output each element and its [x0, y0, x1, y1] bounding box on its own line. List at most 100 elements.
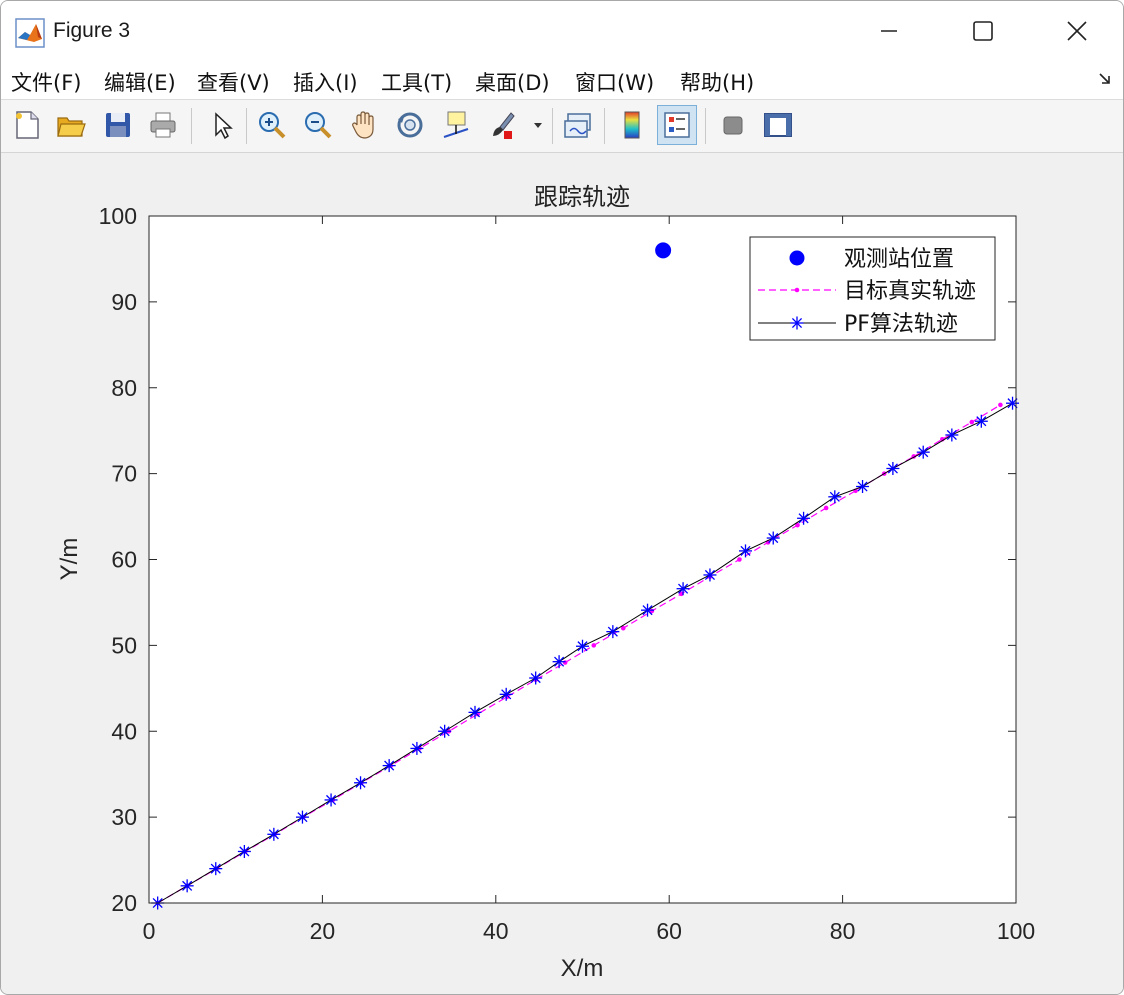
pf-track-point — [438, 724, 452, 738]
toolbar-separator — [552, 108, 553, 144]
data-cursor-button[interactable] — [436, 105, 476, 145]
edit-plot-button[interactable] — [201, 105, 241, 145]
brush-dropdown-button[interactable] — [528, 105, 548, 145]
true-track-point — [969, 419, 975, 425]
menu-file[interactable]: 文件(F) — [11, 67, 81, 97]
brush-icon — [493, 112, 515, 139]
title-bar: Figure 3 — [1, 1, 1123, 61]
menu-insert[interactable]: 插入(I) — [293, 67, 358, 97]
toolbar-separator — [246, 108, 247, 144]
insert-legend-button[interactable] — [657, 105, 697, 145]
pf-track-point — [766, 531, 780, 545]
pf-track-point — [828, 490, 842, 504]
x-tick-label: 20 — [310, 918, 336, 944]
pf-track-point — [676, 582, 690, 596]
x-axis-label: X/m — [561, 955, 604, 982]
x-tick-label: 60 — [656, 918, 682, 944]
colorbar-icon — [624, 111, 640, 139]
maximize-button[interactable] — [953, 11, 1013, 51]
window-title: Figure 3 — [53, 19, 131, 42]
pf-track-point — [468, 705, 482, 719]
pan-button[interactable] — [344, 105, 384, 145]
legend[interactable]: 观测站位置 目标真实轨迹 PF算法轨迹 — [749, 236, 996, 341]
figure-window: Figure 3 文件(F) 编辑(E) 查看(V) 插入(I) 工具(T) 桌… — [0, 0, 1124, 995]
chevron-down-icon — [534, 123, 542, 128]
hide-plot-tools-icon — [723, 116, 743, 135]
open-file-button[interactable] — [51, 105, 91, 145]
menu-tools[interactable]: 工具(T) — [381, 67, 452, 97]
pf-track-point — [529, 671, 543, 685]
zoom-out-button[interactable] — [298, 105, 338, 145]
pf-track-point — [499, 687, 513, 701]
x-tick-label: 80 — [830, 918, 856, 944]
pf-track-point — [703, 568, 717, 582]
legend-marker-true-track — [794, 287, 800, 293]
save-button[interactable] — [98, 105, 138, 145]
zoom-in-icon — [259, 112, 286, 139]
x-tick-label: 0 — [143, 918, 156, 944]
close-icon — [1067, 21, 1087, 41]
zoom-in-button[interactable] — [252, 105, 292, 145]
true-track-point — [998, 402, 1003, 408]
pf-track-point — [324, 793, 338, 807]
show-plot-tools-button[interactable] — [758, 105, 798, 145]
x-tick-label: 100 — [997, 918, 1035, 944]
pf-track-point — [410, 741, 424, 755]
pf-track-point — [916, 445, 930, 459]
y-axis-label: Y/m — [56, 538, 83, 581]
y-tick-label: 50 — [111, 632, 137, 658]
pf-track-point — [354, 776, 368, 790]
pf-track-point — [945, 428, 959, 442]
menu-help[interactable]: 帮助(H) — [680, 67, 754, 97]
legend-label-true-track: 目标真实轨迹 — [844, 279, 976, 304]
y-tick-label: 100 — [99, 203, 137, 229]
x-tick-label: 40 — [483, 918, 509, 944]
figure-canvas: 0 20 40 60 80 100 20 30 40 50 60 70 80 90 100 跟踪轨迹 X/m… — [1, 153, 1123, 994]
zoom-out-icon — [305, 112, 332, 139]
menu-window[interactable]: 窗口(W) — [575, 67, 654, 97]
y-tick-label: 60 — [111, 547, 137, 573]
menu-bar: 文件(F) 编辑(E) 查看(V) 插入(I) 工具(T) 桌面(D) 窗口(W… — [1, 61, 1123, 100]
pf-track-point — [295, 810, 309, 824]
pf-track-point — [267, 827, 281, 841]
hide-plot-tools-button[interactable] — [713, 105, 753, 145]
toolbar-separator — [191, 108, 192, 144]
minimize-button[interactable] — [859, 11, 919, 51]
chart: 0 20 40 60 80 1002030405060708090100 跟踪轨迹 X/m… — [56, 183, 1035, 982]
insert-colorbar-button[interactable] — [612, 105, 652, 145]
new-figure-button[interactable] — [7, 105, 47, 145]
close-button[interactable] — [1047, 11, 1107, 51]
open-file-icon — [57, 117, 86, 137]
minimize-icon — [881, 30, 897, 32]
legend-marker-station — [789, 250, 805, 266]
pf-track-point — [209, 862, 223, 876]
pf-track-point — [576, 639, 589, 653]
y-tick-label: 90 — [111, 289, 137, 315]
matlab-logo-icon — [15, 18, 45, 48]
link-plot-icon — [564, 113, 591, 138]
pf-track-point — [797, 511, 811, 525]
new-figure-icon — [16, 111, 39, 139]
link-plot-button[interactable] — [558, 105, 598, 145]
toolbar-separator — [705, 108, 706, 144]
figure-toolbar — [1, 100, 1123, 153]
rotate-3d-button[interactable] — [390, 105, 430, 145]
legend-label-pf: PF算法轨迹 — [844, 312, 958, 337]
pf-track-point — [856, 480, 870, 494]
chart-title: 跟踪轨迹 — [534, 183, 630, 211]
menu-desktop[interactable]: 桌面(D) — [475, 67, 550, 97]
pf-track-point — [641, 603, 655, 617]
brush-button[interactable] — [482, 105, 522, 145]
rotate-3d-icon — [397, 112, 423, 138]
menu-view[interactable]: 查看(V) — [197, 67, 270, 97]
pf-track-point — [886, 461, 900, 475]
pan-hand-icon — [352, 111, 374, 139]
expand-toolstrip-icon[interactable] — [1097, 71, 1113, 87]
save-icon — [106, 113, 130, 137]
print-button[interactable] — [143, 105, 183, 145]
pf-track-point — [382, 759, 396, 773]
menu-edit[interactable]: 编辑(E) — [104, 67, 176, 97]
pf-track-point — [606, 625, 620, 639]
pf-track-point — [237, 844, 251, 858]
station-marker — [655, 242, 672, 259]
